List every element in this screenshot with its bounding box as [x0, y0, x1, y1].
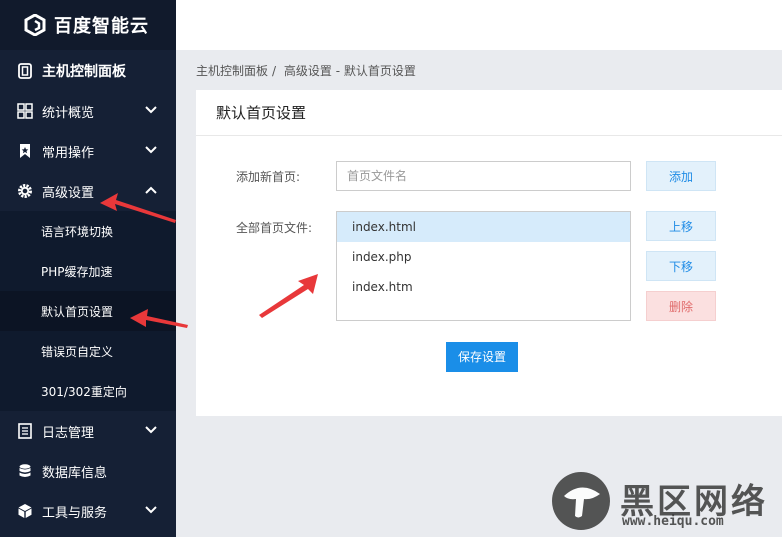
- mushroom-icon: [564, 487, 600, 518]
- baidu-cloud-logo-icon: [24, 14, 46, 36]
- move-up-button[interactable]: 上移: [646, 211, 716, 241]
- dashboard-icon: [16, 62, 34, 80]
- sidebar-subitem-php-cache[interactable]: PHP缓存加速: [0, 251, 176, 291]
- sidebar-item-common-ops[interactable]: 常用操作: [0, 131, 176, 171]
- list-item[interactable]: index.php: [337, 242, 630, 272]
- breadcrumb-current: 高级设置 - 默认首页设置: [283, 64, 416, 78]
- sidebar-item-dashboard[interactable]: 主机控制面板: [0, 51, 176, 91]
- sidebar-subitem-default-homepage[interactable]: 默认首页设置: [0, 291, 176, 331]
- sidebar-item-label: 统计概览: [42, 105, 95, 121]
- sidebar-item-label: 常用操作: [42, 145, 95, 161]
- sidebar-item-database[interactable]: 数据库信息: [0, 451, 176, 491]
- sidebar-item-advanced-settings[interactable]: 高级设置: [0, 171, 176, 211]
- add-homepage-label: 添加新首页:: [236, 170, 301, 184]
- chevron-down-icon: [145, 146, 157, 154]
- chevron-down-icon: [145, 106, 157, 114]
- breadcrumb: 主机控制面板 / 高级设置 - 默认首页设置: [196, 62, 420, 79]
- sidebar-item-tools[interactable]: 工具与服务: [0, 491, 176, 531]
- sidebar-item-label: 日志管理: [42, 425, 95, 441]
- sidebar-item-label: 工具与服务: [42, 505, 108, 521]
- sidebar-subitem-label: PHP缓存加速: [41, 264, 113, 279]
- move-down-button[interactable]: 下移: [646, 251, 716, 281]
- breadcrumb-separator: /: [272, 64, 277, 78]
- watermark-url: www.heiqu.com: [622, 514, 724, 529]
- sidebar-item-stats[interactable]: 统计概览: [0, 91, 176, 131]
- homepage-filename-input[interactable]: [336, 161, 631, 191]
- add-button[interactable]: 添加: [646, 161, 716, 191]
- sidebar-subitem-redirect[interactable]: 301/302重定向: [0, 371, 176, 411]
- database-icon: [16, 462, 34, 480]
- list-icon: [16, 422, 34, 440]
- logo[interactable]: 百度智能云: [0, 0, 176, 50]
- watermark: 黑区网络 www.heiqu.com: [548, 470, 782, 537]
- brand-name: 百度智能云: [54, 16, 149, 37]
- bookmark-icon: [16, 142, 34, 160]
- all-homepage-files-label: 全部首页文件:: [236, 221, 313, 235]
- homepage-files-list[interactable]: index.html index.php index.htm: [336, 211, 631, 321]
- sidebar-subitem-label: 语言环境切换: [41, 224, 114, 239]
- sidebar-item-label: 主机控制面板: [42, 64, 126, 80]
- sidebar-subitem-label: 301/302重定向: [41, 384, 127, 399]
- sidebar-subitem-label: 错误页自定义: [41, 344, 114, 359]
- chevron-down-icon: [145, 506, 157, 514]
- page-title: 默认首页设置: [196, 90, 782, 136]
- delete-button[interactable]: 删除: [646, 291, 716, 321]
- sidebar-item-label: 高级设置: [42, 185, 95, 201]
- sidebar-subitem-language[interactable]: 语言环境切换: [0, 211, 176, 251]
- grid-icon: [16, 102, 34, 120]
- save-settings-button[interactable]: 保存设置: [446, 342, 518, 372]
- watermark-logo: [552, 472, 610, 530]
- list-item[interactable]: index.htm: [337, 272, 630, 302]
- cube-icon: [16, 502, 34, 520]
- breadcrumb-home[interactable]: 主机控制面板: [196, 64, 268, 78]
- chevron-down-icon: [145, 426, 157, 434]
- sidebar-subitem-error-pages[interactable]: 错误页自定义: [0, 331, 176, 371]
- top-bar: [176, 0, 782, 50]
- gear-icon: [16, 182, 34, 200]
- list-item[interactable]: index.html: [337, 212, 630, 242]
- sidebar-item-label: 数据库信息: [42, 465, 108, 481]
- sidebar-subitem-label: 默认首页设置: [41, 304, 114, 319]
- sidebar-item-logs[interactable]: 日志管理: [0, 411, 176, 451]
- chevron-up-icon: [145, 186, 157, 194]
